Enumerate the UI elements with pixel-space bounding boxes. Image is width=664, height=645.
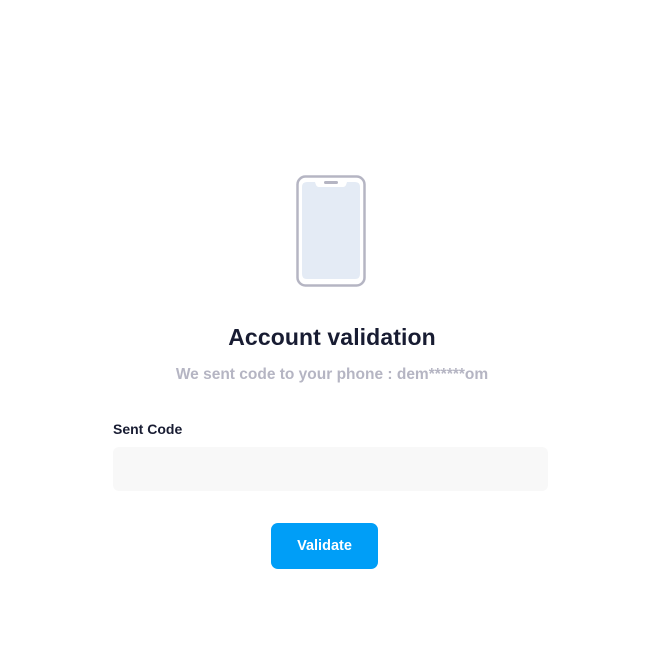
account-validation-page: Account validation We sent code to your … [0,0,664,645]
page-title: Account validation [228,324,436,350]
validate-button[interactable]: Validate [271,523,378,569]
smartphone-icon [296,175,366,287]
sent-code-label: Sent Code [113,421,183,437]
sent-code-input[interactable] [113,447,548,491]
page-subtitle: We sent code to your phone : dem******om [175,366,489,383]
